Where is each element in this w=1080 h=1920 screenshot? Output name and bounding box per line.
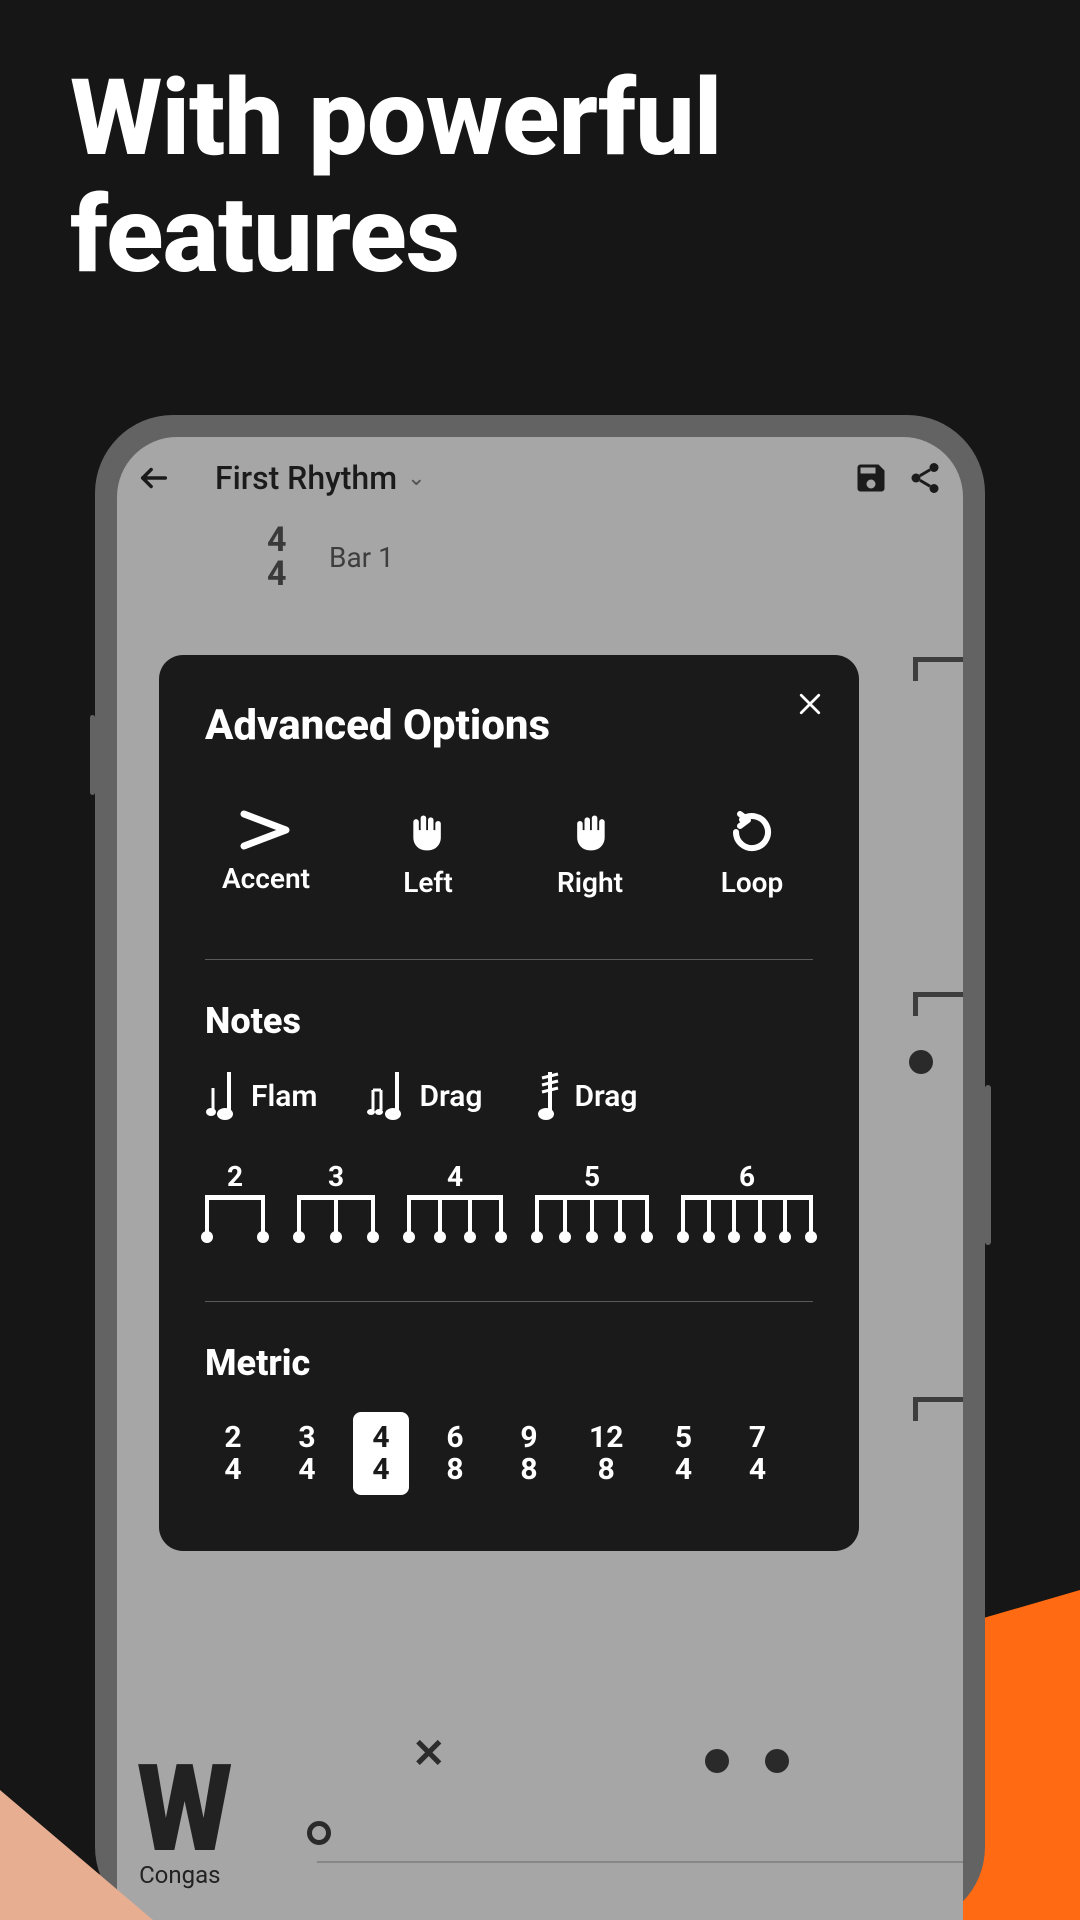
metric-6-8[interactable]: 68	[427, 1412, 483, 1495]
loop-option[interactable]: Loop	[697, 808, 807, 899]
marketing-headline: With powerful features	[0, 0, 1080, 293]
tuplet-beam	[407, 1195, 503, 1241]
divider	[205, 959, 813, 960]
metric-2-4[interactable]: 24	[205, 1412, 261, 1495]
tuplet-5[interactable]: 5	[535, 1160, 649, 1241]
metric-top: 4	[372, 1422, 389, 1454]
loop-icon	[728, 808, 776, 856]
accent-option[interactable]: Accent	[211, 808, 321, 899]
hand-left-icon	[406, 808, 450, 856]
tuplet-beam	[535, 1195, 649, 1241]
instrument-slot[interactable]: W Congas	[137, 1770, 223, 1889]
share-icon[interactable]	[907, 460, 943, 496]
metric-4-4[interactable]: 44	[353, 1412, 409, 1495]
bar-label: Bar 1	[329, 541, 394, 574]
tuplet-3[interactable]: 3	[297, 1160, 375, 1241]
metric-bottom: 4	[224, 1454, 241, 1486]
close-icon[interactable]	[795, 689, 825, 723]
save-icon[interactable]	[853, 460, 889, 496]
project-title: First Rhythm	[215, 459, 397, 497]
metric-top: 3	[298, 1422, 315, 1454]
drag-note-2[interactable]: Drag	[532, 1070, 637, 1122]
right-hand-option[interactable]: Right	[535, 808, 645, 899]
metric-top: 2	[224, 1422, 241, 1454]
metric-top: 7	[749, 1422, 766, 1454]
drag-note-1[interactable]: Drag	[367, 1070, 482, 1122]
back-icon[interactable]	[137, 461, 171, 495]
timesig-bottom: 4	[267, 557, 287, 591]
metric-bottom: 4	[372, 1454, 389, 1486]
accent-label: Accent	[222, 862, 310, 895]
phone-screen: First Rhythm ⌄ 4 4 Bar 1 ✕	[117, 437, 963, 1920]
phone-frame: First Rhythm ⌄ 4 4 Bar 1 ✕	[95, 415, 985, 1920]
tuplet-beam	[297, 1195, 375, 1241]
metric-bottom: 4	[298, 1454, 315, 1486]
tuplet-number: 5	[584, 1160, 600, 1193]
metric-section-label: Metric	[205, 1342, 813, 1384]
project-title-dropdown[interactable]: First Rhythm ⌄	[215, 459, 835, 497]
tuplet-number: 6	[739, 1160, 755, 1193]
metric-bottom: 8	[520, 1454, 537, 1486]
tuplet-beam	[681, 1195, 813, 1241]
metric-top: 6	[446, 1422, 463, 1454]
loop-label: Loop	[721, 866, 784, 899]
flam-label: Flam	[251, 1079, 317, 1114]
drag-buzz-icon	[532, 1070, 562, 1122]
tuplet-2[interactable]: 2	[205, 1160, 265, 1241]
metric-top: 12	[589, 1422, 623, 1454]
headline-line2: features	[70, 173, 459, 297]
drag-icon	[367, 1070, 407, 1122]
app-topbar: First Rhythm ⌄	[117, 437, 963, 507]
metric-bottom: 4	[675, 1454, 692, 1486]
tuplet-number: 2	[227, 1160, 243, 1193]
hand-right-icon	[568, 808, 612, 856]
metric-bottom: 4	[749, 1454, 766, 1486]
flam-icon	[205, 1070, 239, 1122]
timesig-top: 4	[267, 523, 287, 557]
metric-5-4[interactable]: 54	[655, 1412, 711, 1495]
tuplet-number: 3	[328, 1160, 344, 1193]
tuplet-beam	[205, 1195, 265, 1241]
instrument-glyph: W	[137, 1766, 223, 1851]
metric-top: 5	[675, 1422, 692, 1454]
drag2-label: Drag	[574, 1079, 637, 1114]
metric-3-4[interactable]: 34	[279, 1412, 335, 1495]
metric-top: 9	[520, 1422, 537, 1454]
divider	[205, 1301, 813, 1302]
metric-12-8[interactable]: 128	[575, 1412, 637, 1495]
panel-title: Advanced Options	[205, 701, 813, 750]
time-signature[interactable]: 4 4	[267, 523, 287, 591]
right-label: Right	[557, 866, 623, 899]
notes-section-label: Notes	[205, 1000, 813, 1042]
metric-bottom: 8	[446, 1454, 463, 1486]
chevron-down-icon: ⌄	[407, 466, 425, 491]
drag1-label: Drag	[419, 1079, 482, 1114]
left-hand-option[interactable]: Left	[373, 808, 483, 899]
accent-icon	[238, 808, 294, 852]
tuplet-number: 4	[447, 1160, 463, 1193]
headline-line1: With powerful	[70, 56, 721, 180]
metric-7-4[interactable]: 74	[729, 1412, 785, 1495]
left-label: Left	[403, 866, 453, 899]
flam-note[interactable]: Flam	[205, 1070, 317, 1122]
advanced-options-panel: Advanced Options Accent Left Right	[159, 655, 859, 1551]
metric-9-8[interactable]: 98	[501, 1412, 557, 1495]
metric-bottom: 8	[598, 1454, 615, 1486]
tuplet-4[interactable]: 4	[407, 1160, 503, 1241]
tuplet-6[interactable]: 6	[681, 1160, 813, 1241]
